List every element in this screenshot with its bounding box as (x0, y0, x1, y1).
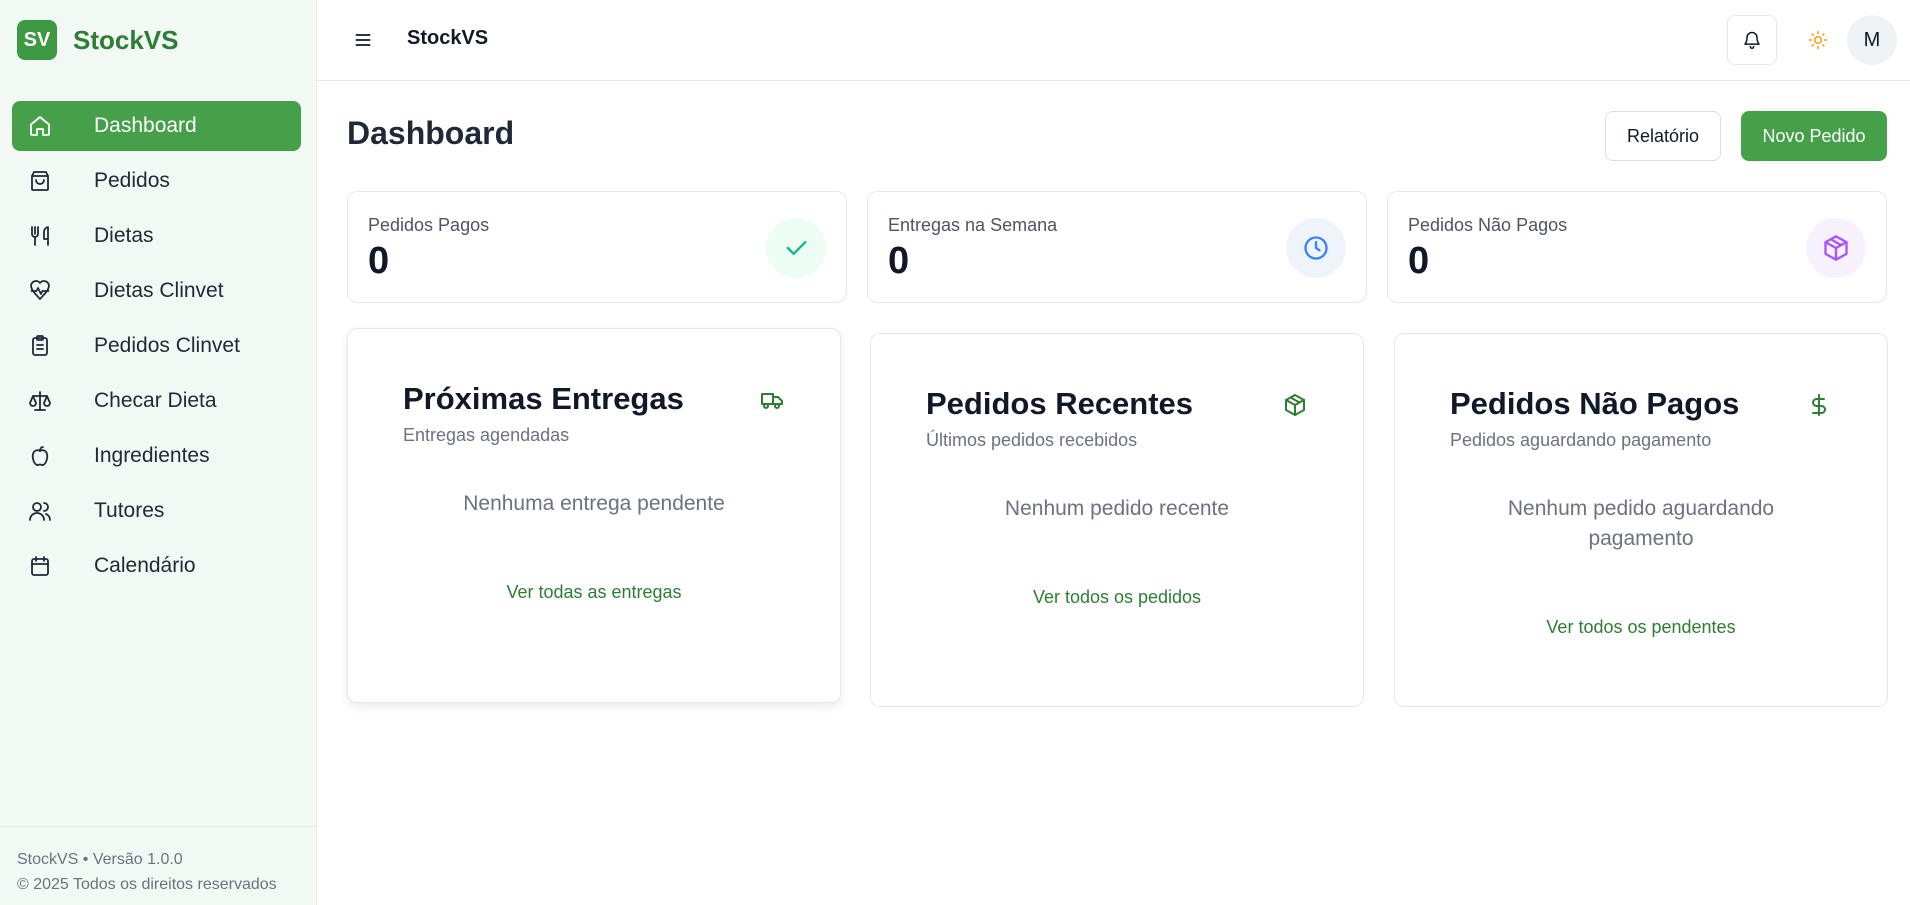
sidebar-item-dietas[interactable]: Dietas (12, 211, 301, 261)
menu-toggle-button[interactable] (351, 28, 375, 52)
bell-icon (1744, 31, 1760, 50)
empty-state-text: Nenhuma entrega pendente (463, 492, 725, 515)
card-unpaid-orders: Pedidos Não Pagos Pedidos aguardando pag… (1394, 333, 1888, 707)
stat-value: 0 (368, 240, 390, 282)
utensils-icon (28, 224, 52, 248)
sidebar-item-label: Calendário (94, 554, 196, 577)
users-icon (28, 499, 52, 523)
dollar-icon (1806, 392, 1832, 418)
sidebar-item-label: Checar Dieta (94, 389, 217, 412)
card-title: Pedidos Recentes (926, 386, 1194, 421)
sidebar-item-label: Dietas Clinvet (94, 279, 224, 302)
view-all-pending-link[interactable]: Ver todos os pendentes (1395, 617, 1887, 638)
card-subtitle: Últimos pedidos recebidos (926, 430, 1138, 450)
sun-icon (1808, 30, 1828, 50)
stat-card-unpaid-orders: Pedidos Não Pagos 0 (1387, 191, 1887, 303)
sidebar-item-tutores[interactable]: Tutores (12, 486, 301, 536)
view-all-orders-link[interactable]: Ver todos os pedidos (871, 587, 1363, 608)
card-recent-orders: Pedidos Recentes Últimos pedidos recebid… (870, 333, 1364, 707)
sidebar-item-label: Ingredientes (94, 444, 210, 467)
empty-state-text: Nenhum pedido recente (1004, 497, 1230, 520)
calendar-icon (28, 554, 52, 578)
sidebar-item-ingredientes[interactable]: Ingredientes (12, 431, 301, 481)
sidebar-item-label: Dashboard (94, 114, 197, 137)
scale-icon (28, 389, 52, 413)
stat-label: Pedidos Não Pagos (1408, 215, 1568, 235)
stat-value: 0 (888, 240, 910, 282)
brand[interactable]: SV StockVS (17, 20, 179, 60)
apple-icon (28, 444, 52, 468)
topbar: StockVS M (317, 0, 1910, 81)
card-upcoming-deliveries: Próximas Entregas Entregas agendadas Nen… (347, 328, 841, 703)
empty-state-text: Nenhum pedido aguardando pagamento (1507, 497, 1775, 550)
hamburger-icon (355, 34, 371, 46)
sidebar-item-label: Pedidos Clinvet (94, 334, 240, 357)
clipboard-list-icon (28, 334, 52, 358)
theme-toggle-button[interactable] (1798, 20, 1838, 60)
sidebar-nav: Dashboard Pedidos Dietas Dietas Clinvet … (12, 101, 301, 596)
card-title: Pedidos Não Pagos (1450, 386, 1740, 421)
sidebar-item-label: Tutores (94, 499, 165, 522)
sidebar-item-pedidos[interactable]: Pedidos (12, 156, 301, 206)
sidebar-item-label: Pedidos (94, 169, 170, 192)
package-icon (1282, 392, 1308, 418)
stat-label: Pedidos Pagos (368, 215, 490, 235)
sidebar-item-dashboard[interactable]: Dashboard (12, 101, 301, 151)
package-icon (1806, 218, 1866, 278)
stat-card-paid-orders: Pedidos Pagos 0 (347, 191, 847, 303)
check-icon (766, 218, 826, 278)
page-title: Dashboard (347, 115, 515, 151)
stat-value: 0 (1408, 240, 1430, 282)
card-subtitle: Entregas agendadas (403, 425, 570, 445)
shopping-bag-icon (28, 169, 52, 193)
sidebar-item-pedidos-clinvet[interactable]: Pedidos Clinvet (12, 321, 301, 371)
view-all-deliveries-link[interactable]: Ver todas as entregas (348, 582, 840, 603)
brand-logo: SV (17, 20, 57, 60)
home-icon (28, 114, 52, 138)
sidebar: SV StockVS Dashboard Pedidos Dietas Diet… (0, 0, 317, 905)
topbar-title: StockVS (407, 27, 489, 49)
sidebar-item-calendario[interactable]: Calendário (12, 541, 301, 591)
new-order-button[interactable]: Novo Pedido (1741, 111, 1887, 161)
sidebar-footer: StockVS • Versão 1.0.0 © 2025 Todos os d… (0, 826, 317, 897)
stat-label: Entregas na Semana (888, 215, 1058, 235)
clock-icon (1286, 218, 1346, 278)
heart-pulse-icon (28, 279, 52, 303)
card-title: Próximas Entregas (403, 381, 684, 416)
avatar[interactable]: M (1847, 15, 1897, 65)
sidebar-item-label: Dietas (94, 224, 154, 247)
version-text: StockVS • Versão 1.0.0 (17, 851, 183, 868)
card-subtitle: Pedidos aguardando pagamento (1450, 430, 1712, 450)
sidebar-item-dietas-clinvet[interactable]: Dietas Clinvet (12, 266, 301, 316)
truck-icon (759, 387, 785, 413)
sidebar-item-checar-dieta[interactable]: Checar Dieta (12, 376, 301, 426)
brand-name: StockVS (73, 24, 179, 55)
stat-card-weekly-deliveries: Entregas na Semana 0 (867, 191, 1367, 303)
report-button[interactable]: Relatório (1605, 111, 1721, 161)
copyright-text: © 2025 Todos os direitos reservados (17, 876, 277, 893)
notifications-button[interactable] (1727, 15, 1777, 65)
